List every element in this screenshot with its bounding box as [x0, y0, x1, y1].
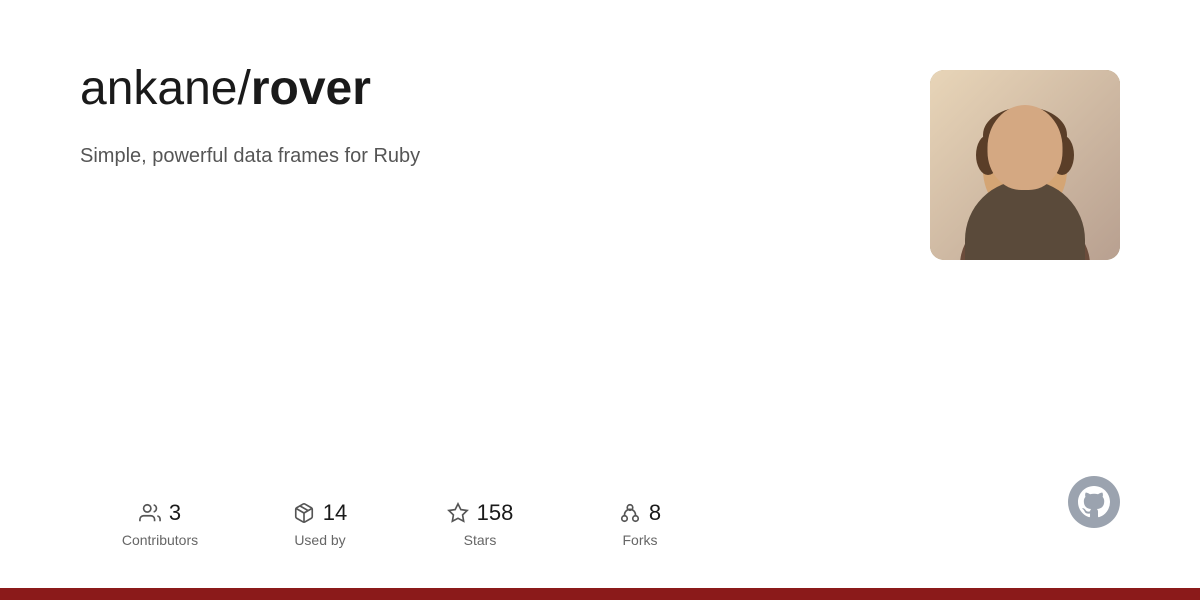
repo-title: ankane/rover: [80, 60, 890, 118]
avatar-container: [930, 70, 1120, 260]
used-by-label: Used by: [294, 532, 345, 548]
stat-top-stars: 158: [447, 500, 514, 526]
github-icon: [1078, 486, 1110, 518]
fork-icon: [619, 502, 641, 524]
stat-forks[interactable]: 8 Forks: [560, 500, 720, 548]
stat-used-by[interactable]: 14 Used by: [240, 500, 400, 548]
stars-count: 158: [477, 500, 514, 526]
repo-owner: ankane/: [80, 62, 251, 115]
avatar: [930, 70, 1120, 260]
stat-top-forks: 8: [619, 500, 661, 526]
contributors-count: 3: [169, 500, 181, 526]
forks-label: Forks: [623, 532, 658, 548]
stat-top-contributors: 3: [139, 500, 181, 526]
github-icon-container[interactable]: [1068, 476, 1120, 528]
stat-contributors[interactable]: 3 Contributors: [80, 500, 240, 548]
contributors-icon: [139, 502, 161, 524]
stats-section: 3 Contributors 14 Used by: [80, 460, 1120, 548]
main-content: ankane/rover Simple, powerful data frame…: [0, 0, 1200, 588]
used-by-count: 14: [323, 500, 347, 526]
github-logo[interactable]: [1068, 476, 1120, 528]
bottom-bar: [0, 588, 1200, 600]
package-icon: [293, 502, 315, 524]
star-icon: [447, 502, 469, 524]
avatar-image: [930, 70, 1120, 260]
stars-label: Stars: [464, 532, 497, 548]
contributors-label: Contributors: [122, 532, 198, 548]
stat-stars[interactable]: 158 Stars: [400, 500, 560, 548]
repo-description: Simple, powerful data frames for Ruby: [80, 142, 890, 170]
repo-name: rover: [251, 62, 371, 115]
header-section: ankane/rover Simple, powerful data frame…: [80, 60, 1120, 260]
stat-top-used-by: 14: [293, 500, 347, 526]
forks-count: 8: [649, 500, 661, 526]
title-section: ankane/rover Simple, powerful data frame…: [80, 60, 890, 170]
